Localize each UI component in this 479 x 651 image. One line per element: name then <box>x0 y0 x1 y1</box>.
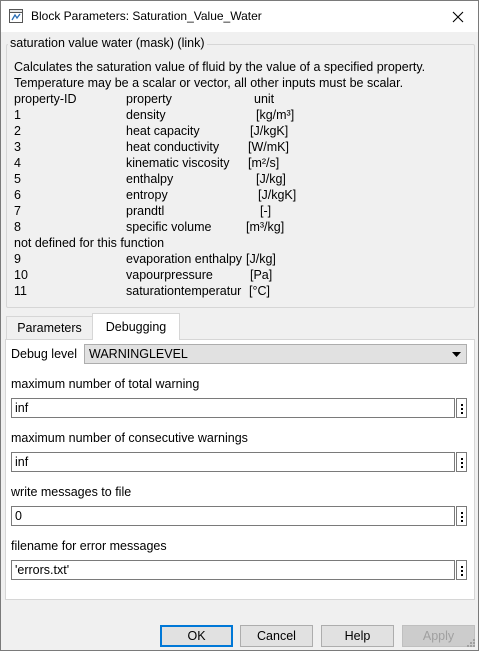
row-unit: [kg/m³] <box>256 108 295 122</box>
header-id: property-ID <box>14 92 77 106</box>
title-bar[interactable]: Block Parameters: Saturation_Value_Water <box>1 1 478 32</box>
row-id: 7 <box>14 204 21 218</box>
cancel-button[interactable]: Cancel <box>240 625 313 647</box>
row-property: enthalpy <box>126 172 174 186</box>
row-id: 1 <box>14 108 21 122</box>
max-total-warnings-field[interactable] <box>11 398 455 418</box>
tab-parameters[interactable]: Parameters <box>6 316 93 339</box>
property-row: 8 specific volume [m³/kg] <box>14 220 284 234</box>
max-consecutive-warnings-menu-button[interactable] <box>456 452 467 472</box>
filename-label: filename for error messages <box>11 539 167 553</box>
row-property: kinematic viscosity <box>126 156 230 170</box>
debug-level-select[interactable]: WARNINGLEVEL <box>84 344 467 364</box>
description-text-line1: Calculates the saturation value of fluid… <box>14 60 426 74</box>
close-button[interactable] <box>438 1 478 32</box>
debug-level-label: Debug level <box>11 347 78 361</box>
max-consecutive-warnings-label: maximum number of consecutive warnings <box>11 431 248 445</box>
row-property: prandtl <box>126 204 165 218</box>
row-unit: [°C] <box>249 284 270 298</box>
row-id: 6 <box>14 188 21 202</box>
row-unit: [J/kg] <box>256 172 286 186</box>
write-messages-input[interactable] <box>12 507 454 525</box>
row-unit: [W/mK] <box>248 140 289 154</box>
row-id: 2 <box>14 124 21 138</box>
property-row: 6 entropy [J/kgK] <box>14 188 296 202</box>
resize-grip-icon[interactable] <box>466 638 476 648</box>
max-total-warnings-label: maximum number of total warning <box>11 377 200 391</box>
row-id: 8 <box>14 220 21 234</box>
row-property: heat capacity <box>126 124 200 138</box>
property-row: 1 density [kg/m³] <box>14 108 294 122</box>
row-property: entropy <box>126 188 168 202</box>
row-property: evaporation enthalpy <box>126 252 243 266</box>
tab-debugging[interactable]: Debugging <box>92 313 180 340</box>
filename-input[interactable] <box>12 561 454 579</box>
row-id: 10 <box>14 268 28 282</box>
row-id: 9 <box>14 252 21 266</box>
row-id: 4 <box>14 156 21 170</box>
row-unit: [m³/kg] <box>246 220 285 234</box>
property-row: 3 heat conductivity [W/mK] <box>14 140 289 154</box>
row-property: saturationtemperatur <box>126 284 242 298</box>
row-unit: [m²/s] <box>248 156 280 170</box>
dialog-window: Block Parameters: Saturation_Value_Water… <box>0 0 479 651</box>
write-messages-label: write messages to file <box>11 485 132 499</box>
write-messages-menu-button[interactable] <box>456 506 467 526</box>
max-total-warnings-menu-button[interactable] <box>456 398 467 418</box>
row-property: density <box>126 108 166 122</box>
row-property: heat conductivity <box>126 140 220 154</box>
max-consecutive-warnings-field[interactable] <box>11 452 455 472</box>
property-table-header: property-ID property unit <box>14 92 274 106</box>
row-unit: [J/kg] <box>246 252 276 266</box>
property-row: 10 vapourpressure [Pa] <box>14 268 272 282</box>
row-unit: [J/kgK] <box>250 124 289 138</box>
close-icon <box>452 11 464 22</box>
max-total-warnings-input[interactable] <box>12 399 454 417</box>
row-unit: [Pa] <box>250 268 273 282</box>
description-text-line2: Temperature may be a scalar or vector, a… <box>14 76 404 90</box>
row-unit: [-] <box>260 204 272 218</box>
row-id: 3 <box>14 140 21 154</box>
ok-button[interactable]: OK <box>160 625 233 647</box>
header-unit: unit <box>254 92 275 106</box>
row-property: specific volume <box>126 220 212 234</box>
chevron-down-icon <box>452 352 461 357</box>
property-row: 4 kinematic viscosity [m²/s] <box>14 156 279 170</box>
window-title: Block Parameters: Saturation_Value_Water <box>31 9 262 23</box>
row-id: 11 <box>14 284 27 298</box>
apply-button[interactable]: Apply <box>402 625 475 647</box>
property-row: 9 evaporation enthalpy [J/kg] <box>14 252 276 266</box>
property-row: 5 enthalpy [J/kg] <box>14 172 286 186</box>
property-row: 2 heat capacity [J/kgK] <box>14 124 288 138</box>
debug-level-value: WARNINGLEVEL <box>89 347 188 361</box>
filename-menu-button[interactable] <box>456 560 467 580</box>
filename-field[interactable] <box>11 560 455 580</box>
row-id: 5 <box>14 172 21 186</box>
max-consecutive-warnings-input[interactable] <box>12 453 454 471</box>
not-defined-note: not defined for this function <box>14 236 165 250</box>
help-button[interactable]: Help <box>321 625 394 647</box>
description-title: saturation value water (mask) (link) <box>8 36 207 50</box>
property-row: 11 saturationtemperatur [°C] <box>14 284 270 298</box>
block-parameters-icon <box>9 9 23 23</box>
header-property: property <box>126 92 172 106</box>
write-messages-field[interactable] <box>11 506 455 526</box>
row-unit: [J/kgK] <box>258 188 297 202</box>
row-property: vapourpressure <box>126 268 213 282</box>
property-row: 7 prandtl [-] <box>14 204 271 218</box>
